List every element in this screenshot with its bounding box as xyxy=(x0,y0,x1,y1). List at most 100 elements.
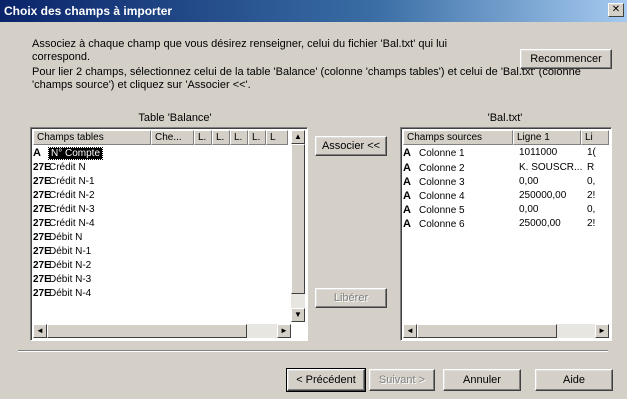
vertical-scrollbar[interactable]: ▲ ▼ xyxy=(291,130,305,322)
scroll-right-icon[interactable]: ► xyxy=(277,324,291,338)
liberer-button[interactable]: Libérer xyxy=(315,288,387,308)
ligne1-cell: 1011000 xyxy=(519,147,558,158)
ligne2-cell: 2! xyxy=(587,190,596,201)
text-type-icon: A xyxy=(403,176,411,188)
source-name: Colonne 1 xyxy=(419,148,465,159)
recommencer-label: Recommencer xyxy=(530,53,602,65)
right-source-list[interactable]: Champs sources Ligne 1 Li A Colonne 1 101… xyxy=(400,127,612,341)
scroll-thumb[interactable] xyxy=(291,144,305,294)
suivant-button[interactable]: Suivant > xyxy=(369,369,435,391)
table-row[interactable]: A Colonne 3 xyxy=(403,176,465,188)
list-item-label: Crédit N xyxy=(49,162,86,173)
left-field-list[interactable]: Champs tables Che... L. L. L. L. L A N° C… xyxy=(30,127,308,341)
text-type-icon: A xyxy=(403,162,411,174)
list-item-label: Débit N-2 xyxy=(49,260,92,271)
column-header-champs-sources[interactable]: Champs sources xyxy=(403,130,513,145)
source-name: Colonne 6 xyxy=(419,219,465,230)
column-header-l5[interactable]: L xyxy=(266,130,288,145)
table-row[interactable]: A Colonne 1 xyxy=(403,147,609,159)
list-item[interactable]: 27ECrédit N-3 xyxy=(33,204,95,216)
title-bar: Choix des champs à importer ✕ xyxy=(0,0,627,22)
list-item[interactable]: A N° Compte xyxy=(33,147,104,160)
text-type-icon: A xyxy=(403,218,411,230)
instruction-line-2: correspond. xyxy=(32,51,91,63)
table-row[interactable]: A Colonne 2 xyxy=(403,162,465,174)
suivant-label: Suivant > xyxy=(378,374,426,386)
list-item[interactable]: 27EDébit N-2 xyxy=(33,260,91,272)
liberer-label: Libérer xyxy=(333,292,369,304)
list-item[interactable]: 27ECrédit N-4 xyxy=(33,218,95,230)
scroll-down-icon[interactable]: ▼ xyxy=(291,308,305,322)
right-list-caption: 'Bal.txt' xyxy=(487,112,523,124)
number-type-icon: 27E xyxy=(33,260,51,271)
text-type-icon: A xyxy=(403,190,411,202)
scroll-right-icon[interactable]: ► xyxy=(595,324,609,338)
column-header-l4[interactable]: L. xyxy=(248,130,266,145)
precedent-label: < Précédent xyxy=(296,374,356,386)
list-item-label: Débit N-3 xyxy=(49,274,92,285)
number-type-icon: 27E xyxy=(33,274,51,285)
list-item[interactable]: 27EDébit N-3 xyxy=(33,274,91,286)
scroll-left-icon[interactable]: ◄ xyxy=(403,324,417,338)
list-item[interactable]: 27EDébit N-1 xyxy=(33,246,91,258)
ligne1-cell: 0,00 xyxy=(519,204,539,215)
list-item-label: Débit N xyxy=(49,232,83,243)
source-name: Colonne 2 xyxy=(419,163,465,174)
annuler-button[interactable]: Annuler xyxy=(443,369,521,391)
number-type-icon: 27E xyxy=(33,218,51,229)
separator xyxy=(18,350,608,352)
instructions-link: Pour lier 2 champs, sélectionnez celui d… xyxy=(32,66,612,92)
left-list-caption: Table 'Balance' xyxy=(138,112,212,124)
list-item[interactable]: 27ECrédit N-2 xyxy=(33,190,95,202)
horizontal-scrollbar[interactable]: ◄ ► xyxy=(403,324,609,338)
list-item[interactable]: 27ECrédit N-1 xyxy=(33,176,95,188)
precedent-button[interactable]: < Précédent xyxy=(286,368,366,392)
ligne2-cell: 0, xyxy=(587,204,596,215)
close-icon[interactable]: ✕ xyxy=(608,3,624,17)
list-item-label: Crédit N-4 xyxy=(49,218,95,229)
instructions: Associez à chaque champ que vous désirez… xyxy=(32,38,502,64)
instruction-line-1: Associez à chaque champ que vous désirez… xyxy=(32,38,448,50)
instruction-line-4: 'champs source') et cliquez sur 'Associe… xyxy=(32,79,251,91)
column-header-l2[interactable]: L. xyxy=(212,130,230,145)
column-header-champs-tables[interactable]: Champs tables xyxy=(33,130,151,145)
aide-button[interactable]: Aide xyxy=(535,369,613,391)
ligne2-cell: 0, xyxy=(587,176,596,187)
table-row[interactable]: A Colonne 6 xyxy=(403,218,465,230)
list-item-label: Crédit N-3 xyxy=(49,204,95,215)
ligne1-cell: K. SOUSCR... xyxy=(519,162,583,173)
list-item[interactable]: 27EDébit N-4 xyxy=(33,288,91,300)
associer-button[interactable]: Associer << xyxy=(315,136,387,156)
column-header-ligne-1[interactable]: Ligne 1 xyxy=(513,130,581,145)
source-name: Colonne 4 xyxy=(419,191,465,202)
list-item[interactable]: 27ECrédit N xyxy=(33,162,86,174)
associer-label: Associer << xyxy=(321,140,381,152)
column-header-l1[interactable]: L. xyxy=(194,130,212,145)
scroll-left-icon[interactable]: ◄ xyxy=(33,324,47,338)
column-header-che[interactable]: Che... xyxy=(151,130,194,145)
scroll-thumb[interactable] xyxy=(417,324,557,338)
column-header-l3[interactable]: L. xyxy=(230,130,248,145)
text-type-icon: A xyxy=(403,204,411,216)
number-type-icon: 27E xyxy=(33,162,51,173)
number-type-icon: 27E xyxy=(33,190,51,201)
text-type-icon: A xyxy=(33,147,41,159)
ligne1-cell: 25000,00 xyxy=(519,218,561,229)
list-item-label: Débit N-4 xyxy=(49,288,92,299)
scroll-up-icon[interactable]: ▲ xyxy=(291,130,305,144)
column-header-ligne-2[interactable]: Li xyxy=(581,130,609,145)
horizontal-scrollbar[interactable]: ◄ ► xyxy=(33,324,291,338)
table-row[interactable]: A Colonne 4 xyxy=(403,190,465,202)
list-item[interactable]: 27EDébit N xyxy=(33,232,82,244)
list-item-label: N° Compte xyxy=(47,147,104,160)
ligne1-cell: 0,00 xyxy=(519,176,539,187)
number-type-icon: 27E xyxy=(33,288,51,299)
ligne2-cell: 2! xyxy=(587,218,596,229)
text-type-icon: A xyxy=(403,147,411,159)
scroll-thumb[interactable] xyxy=(47,324,247,338)
table-row[interactable]: A Colonne 5 xyxy=(403,204,465,216)
window-title: Choix des champs à importer xyxy=(4,4,173,18)
recommencer-button[interactable]: Recommencer xyxy=(520,49,612,69)
number-type-icon: 27E xyxy=(33,246,51,257)
annuler-label: Annuler xyxy=(463,374,501,386)
